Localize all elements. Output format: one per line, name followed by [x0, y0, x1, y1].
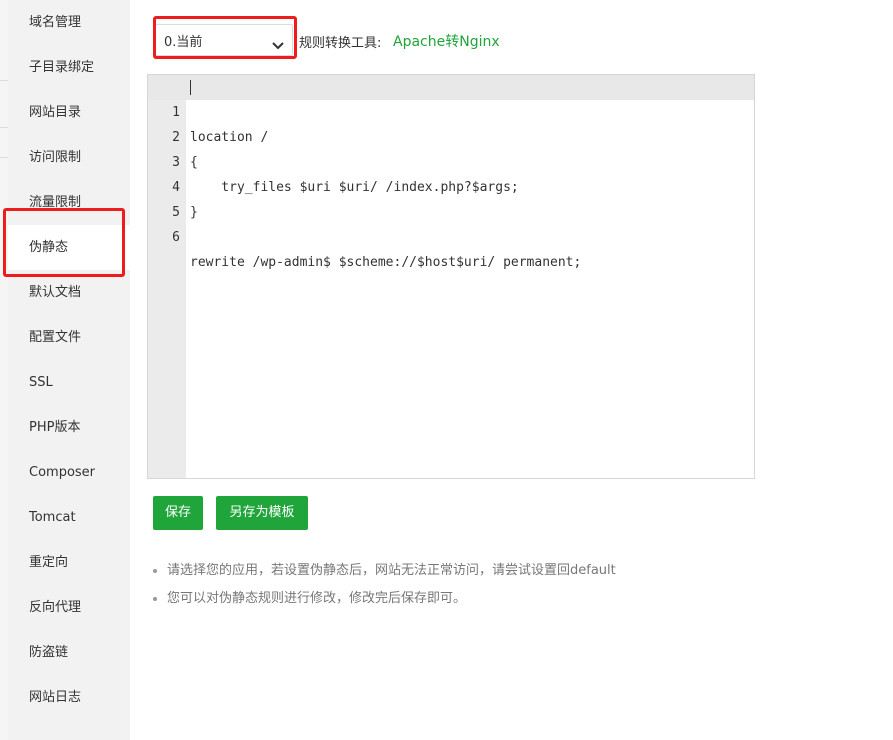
- sidebar-item-label: 反向代理: [29, 600, 82, 615]
- sidebar-item-label: 流量限制: [29, 195, 82, 210]
- tip-item: 请选择您的应用，若设置伪静态后，网站无法正常访问，请尝试设置回default: [153, 562, 616, 590]
- apache-to-nginx-link[interactable]: Apache转Nginx: [393, 31, 500, 51]
- settings-sidebar: 域名管理 子目录绑定 网站目录 访问限制 流量限制 伪静态 默认文档 配置文件 …: [8, 0, 130, 740]
- sidebar-item-ssl[interactable]: SSL: [8, 360, 130, 405]
- bullet-icon: [153, 569, 157, 573]
- sidebar-item-label: 域名管理: [29, 15, 82, 30]
- sidebar-item-label: PHP版本: [29, 420, 81, 435]
- code-line: 2 {: [148, 100, 754, 170]
- tip-text: 您可以对伪静态规则进行修改，修改完后保存即可。: [167, 591, 467, 606]
- sidebar-item-label: 防盗链: [29, 645, 69, 660]
- sidebar-item-label: 重定向: [29, 555, 69, 570]
- sidebar-item-label: 默认文档: [29, 285, 82, 300]
- sidebar-item-php-version[interactable]: PHP版本: [8, 405, 130, 450]
- text-cursor: [190, 80, 191, 95]
- sidebar-item-traffic-limit[interactable]: 流量限制: [8, 180, 130, 225]
- code-line: 5: [148, 175, 754, 220]
- select-value: 0.当前: [164, 35, 203, 50]
- sidebar-item-label: 伪静态: [29, 240, 69, 255]
- code-line: 3 try_files $uri $uri/ /index.php?$args;: [148, 125, 754, 195]
- code-editor[interactable]: 1 location / 2 { 3 try_files $uri $uri/ …: [147, 74, 755, 479]
- tips-list: 请选择您的应用，若设置伪静态后，网站无法正常访问，请尝试设置回default 您…: [153, 562, 616, 618]
- sidebar-item-label: 网站目录: [29, 105, 82, 120]
- sidebar-item-label: Composer: [29, 465, 96, 480]
- converter-label: 规则转换工具:: [299, 36, 382, 51]
- sidebar-item-tomcat[interactable]: Tomcat: [8, 495, 130, 540]
- sidebar-item-rewrite[interactable]: 伪静态: [8, 225, 130, 270]
- sidebar-item-label: 子目录绑定: [29, 60, 95, 75]
- save-button[interactable]: 保存: [153, 496, 203, 530]
- sidebar-item-reverse-proxy[interactable]: 反向代理: [8, 585, 130, 630]
- sidebar-item-subdir-binding[interactable]: 子目录绑定: [8, 45, 130, 90]
- sidebar-item-label: 配置文件: [29, 330, 82, 345]
- code-text: rewrite /wp-admin$ $scheme://$host$uri/ …: [190, 255, 582, 270]
- save-as-template-button[interactable]: 另存为模板: [216, 496, 308, 530]
- sidebar-item-domain[interactable]: 域名管理: [8, 0, 130, 45]
- sidebar-item-label: 访问限制: [29, 150, 82, 165]
- rewrite-template-select[interactable]: 0.当前: [155, 24, 293, 56]
- sidebar-item-label: Tomcat: [29, 510, 76, 525]
- code-line: 1 location /: [148, 75, 754, 145]
- chevron-down-icon: [272, 35, 284, 54]
- tip-text: 请选择您的应用，若设置伪静态后，网站无法正常访问，请尝试设置回default: [167, 563, 616, 578]
- sidebar-item-label: 网站日志: [29, 690, 82, 705]
- sidebar-item-redirect[interactable]: 重定向: [8, 540, 130, 585]
- sidebar-item-composer[interactable]: Composer: [8, 450, 130, 495]
- sidebar-item-site-logs[interactable]: 网站日志: [8, 675, 130, 720]
- sidebar-item-site-dir[interactable]: 网站目录: [8, 90, 130, 135]
- sidebar-item-label: SSL: [29, 375, 53, 390]
- rewrite-panel: 0.当前 规则转换工具: Apache转Nginx 1 location / 2…: [130, 0, 893, 740]
- line-number: 6: [172, 230, 180, 245]
- code-line: 6 rewrite /wp-admin$ $scheme://$host$uri…: [148, 200, 754, 270]
- tip-item: 您可以对伪静态规则进行修改，修改完后保存即可。: [153, 590, 616, 618]
- sidebar-item-access-limit[interactable]: 访问限制: [8, 135, 130, 180]
- bullet-icon: [153, 597, 157, 601]
- sidebar-item-hotlink-protection[interactable]: 防盗链: [8, 630, 130, 675]
- code-line: 4 }: [148, 150, 754, 220]
- sidebar-item-default-doc[interactable]: 默认文档: [8, 270, 130, 315]
- sidebar-item-config-file[interactable]: 配置文件: [8, 315, 130, 360]
